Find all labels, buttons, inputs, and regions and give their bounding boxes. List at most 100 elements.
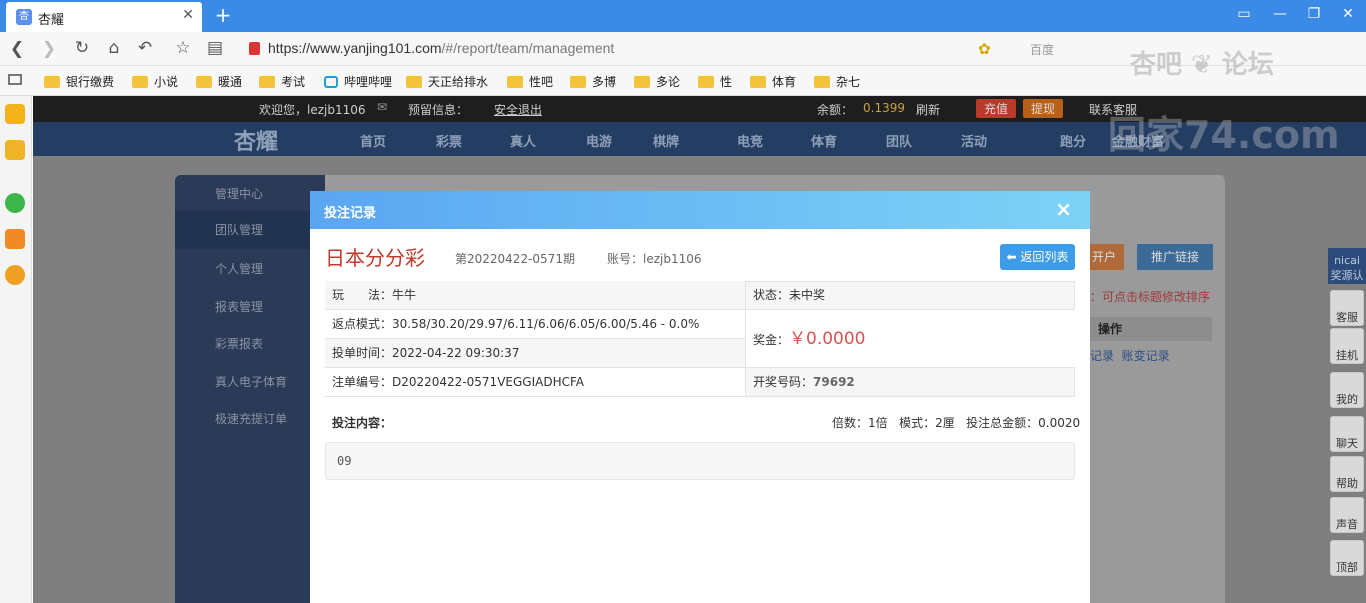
search-input[interactable]: 百度 [1030,41,1054,58]
mail-icon[interactable]: ✉ [377,100,387,114]
bookmark-item[interactable]: 性 [698,73,732,90]
chat-icon[interactable] [5,193,25,213]
sidebar-item-team[interactable]: 团队管理 [175,211,325,249]
nav-team[interactable]: 团队 [886,131,912,150]
nav-run[interactable]: 跑分 [1060,131,1086,150]
reader-icon[interactable]: ▤ [204,38,226,58]
nav-cards[interactable]: 棋牌 [653,131,679,150]
new-tab-icon[interactable]: + [212,3,234,27]
dock-label: 聊天 [1336,437,1358,450]
address-bar[interactable]: https://www.yanjing101.com/#/report/team… [268,40,614,56]
bookmark-item[interactable]: 性吧 [507,73,553,90]
extension-icon[interactable]: ✿ [978,40,991,58]
nav-lottery[interactable]: 彩票 [436,131,462,150]
browser-tab[interactable]: 杏 杏耀 ✕ [6,2,202,32]
nav-live[interactable]: 真人 [510,131,536,150]
refresh-link[interactable]: 刷新 [916,101,940,118]
sidebar-item-fast-orders[interactable]: 极速充提订单 [175,400,325,438]
back-to-list-button[interactable]: ⬅ 返回列表 [1000,244,1075,270]
bookmark-item[interactable]: 天正给排水 [406,73,488,90]
modal-header: 投注记录 × [310,191,1090,229]
bet-meta: 倍数：1倍 模式：2厘 投注总金额：0.0020 [832,416,1081,430]
deposit-button[interactable]: 充值 [976,99,1017,118]
sidebar-item-live-report[interactable]: 真人电子体育 [175,363,325,401]
open-account-button[interactable]: 开户 [1090,244,1124,270]
close-window-icon[interactable]: ✕ [1336,6,1360,22]
sidebar-item-personal[interactable]: 个人管理 [175,250,325,288]
favorites-icon[interactable] [5,104,25,124]
dock-sound[interactable]: 声音 [1330,497,1364,533]
folder-icon [132,75,148,88]
message-label: 预留信息： [408,103,469,117]
sidebar-toggle-icon[interactable]: ▭ [1232,6,1256,22]
folder-icon [507,75,523,88]
dock-hang[interactable]: 挂机 [1330,328,1364,364]
undo-icon[interactable]: ↶ [134,38,156,58]
back-icon[interactable]: ❮ [6,39,28,59]
minimize-icon[interactable]: — [1268,6,1292,22]
bookmark-item[interactable]: 体育 [750,73,796,90]
folder-icon [406,75,422,88]
sidebar-item-lottery-report[interactable]: 彩票报表 [175,325,325,363]
nicai-badge[interactable]: nicai 奖源认 [1328,248,1366,284]
folder-icon [196,75,212,88]
nav-home[interactable]: 首页 [360,131,386,150]
withdraw-button[interactable]: 提现 [1023,99,1064,118]
bookmark-item[interactable]: 银行缴费 [44,73,114,90]
bookmark-label: 小说 [154,75,179,89]
nav-esports[interactable]: 电竞 [737,131,763,150]
reload-icon[interactable]: ↻ [71,38,93,58]
close-tab-icon[interactable]: ✕ [182,7,194,23]
lock-icon [249,42,260,55]
forward-icon[interactable]: ❯ [38,39,60,59]
arrow-left-icon: ⬅ [1006,250,1021,264]
reading-list-icon[interactable] [8,74,22,85]
dock-top[interactable]: 顶部 [1330,540,1364,576]
row-links[interactable]: 记录 账变记录 [1090,347,1170,364]
promo-link-button[interactable]: 推广链接 [1137,244,1213,270]
bookmark-item[interactable]: 暖通 [196,73,242,90]
prize-cell: 奖金：￥0.0000 [745,310,1075,368]
bookmark-item[interactable]: 考试 [259,73,305,90]
close-icon[interactable]: × [1055,197,1072,221]
bookmark-item[interactable]: 哔哩哔哩 [324,73,392,90]
dock-help[interactable]: 帮助 [1330,456,1364,492]
draw-number: 79692 [813,375,855,389]
bookmark-label: 暖通 [218,75,243,89]
logout-link[interactable]: 安全退出 [494,101,542,118]
home-icon[interactable]: ⌂ [103,38,125,58]
dock-mine[interactable]: 我的 [1330,372,1364,408]
folder-icon [814,75,830,88]
bet-time: 投单时间：2022-04-22 09:30:37 [325,339,745,368]
restore-icon[interactable]: ❐ [1302,6,1326,22]
site-logo[interactable]: 杏耀 [234,124,278,156]
url-path: /#/report/team/management [441,40,615,56]
bet-content-box: 09 [325,442,1075,480]
issue-number: 第20220422-0571期 [455,252,575,266]
rss-icon[interactable] [5,229,25,249]
bookmark-label: 性吧 [529,75,554,89]
tab-title: 杏耀 [38,13,65,28]
bookmark-item[interactable]: 小说 [132,73,178,90]
bet-content: 09 [337,454,352,468]
dock-service[interactable]: 客服 [1330,290,1364,326]
bookmark-label: 考试 [281,75,306,89]
status: 状态：未中奖 [745,281,1075,310]
weibo-icon[interactable] [5,265,25,285]
play-method: 玩 法：牛牛 [325,281,745,310]
sidebar-item-management[interactable]: 管理中心 [175,175,325,213]
star-icon[interactable]: ☆ [172,38,194,58]
order-number: 注单编号：D20220422-0571VEGGIADHCFA [325,368,745,397]
bookmark-item[interactable]: 多博 [570,73,616,90]
sidebar-item-reports[interactable]: 报表管理 [175,288,325,326]
bookmark-item[interactable]: 多论 [634,73,680,90]
nav-activity[interactable]: 活动 [961,131,987,150]
dock-chat[interactable]: 聊天 [1330,416,1364,452]
nav-sports[interactable]: 体育 [811,131,837,150]
draw-number-cell: 开奖号码：79692 [745,368,1075,397]
forum-watermark: 杏吧 ❦ 论坛 [1130,50,1274,80]
bookmark-item[interactable]: 杂七 [814,73,860,90]
notes-icon[interactable] [5,140,25,160]
back-button-label: 返回列表 [1020,250,1069,264]
nav-slots[interactable]: 电游 [586,131,612,150]
